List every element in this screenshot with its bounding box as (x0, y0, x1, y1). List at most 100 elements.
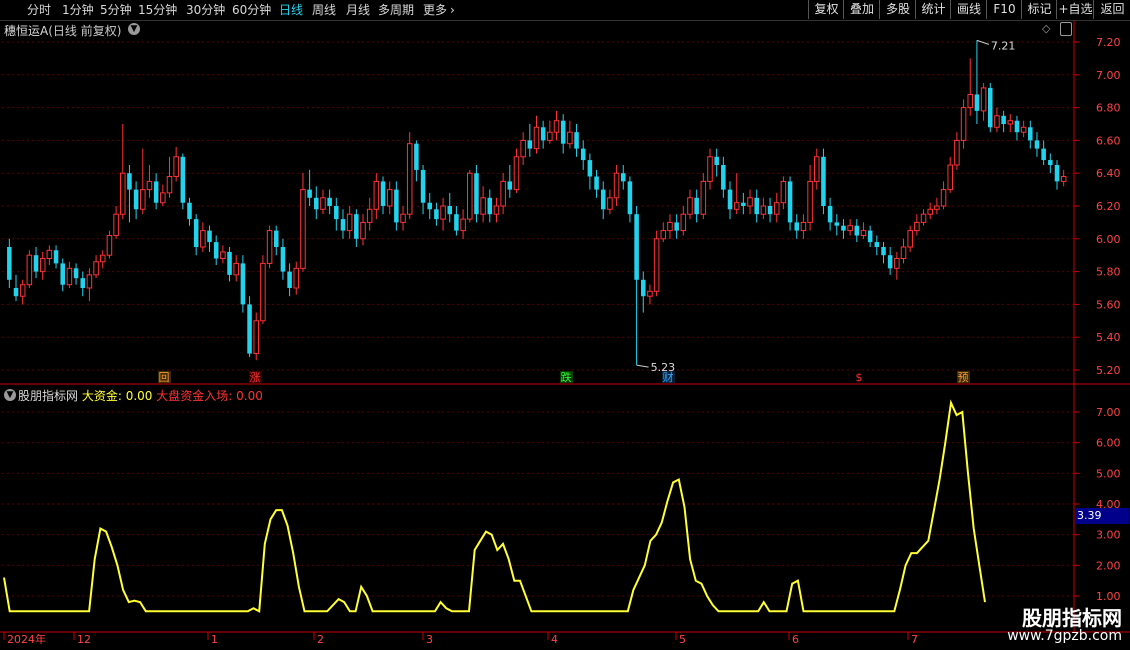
candle-body (854, 225, 860, 236)
candle-body (46, 249, 53, 259)
candle-body (346, 213, 353, 232)
indicator-chevron-down-icon[interactable]: ▼ (4, 389, 16, 401)
candle-body (533, 126, 540, 150)
price-tick-label: 6.80 (1096, 102, 1121, 115)
candle-body (227, 251, 232, 275)
candle-body (700, 180, 707, 215)
candle-body (881, 247, 886, 256)
candle-body (907, 230, 913, 248)
candle-body (420, 169, 426, 203)
candle-body (133, 189, 139, 210)
candle-body (480, 197, 486, 215)
candle-body (173, 156, 179, 177)
event-marker-label: 回 (159, 371, 170, 384)
kline-chart[interactable]: 7.20 7.00 6.80 6.60 6.40 6.20 6.00 5.80 5.60 5.40… (0, 0, 1130, 650)
indicator-field2-label: 大盘资金入场: (156, 389, 233, 403)
candle-body (900, 246, 907, 259)
candle-body (1007, 120, 1014, 125)
candle-body (987, 87, 993, 128)
candle-body (1014, 120, 1020, 133)
candle-body (513, 156, 520, 191)
watermark: 股朋指标网 www.7gpzb.com (988, 602, 1128, 648)
candle-body (440, 205, 446, 220)
candle-body (640, 279, 646, 297)
candle-body (160, 192, 166, 204)
date-tick-label: 4 (551, 633, 558, 646)
candle-body (827, 206, 833, 223)
candle-body (754, 197, 759, 215)
candle-body (280, 247, 286, 272)
candle-body (193, 219, 199, 247)
candle-body (447, 206, 453, 215)
candle-body (434, 209, 439, 220)
candle-body (600, 189, 606, 210)
candle-body (553, 120, 560, 133)
candle-body (773, 202, 780, 215)
candle-body (187, 202, 192, 220)
candle-body (994, 115, 1000, 128)
candle-body (66, 267, 73, 286)
candle-body (493, 205, 500, 215)
candle-body (520, 139, 526, 158)
candle-body (13, 288, 19, 297)
event-marker-label: 预 (958, 371, 969, 384)
candle-body (240, 263, 246, 305)
candle-body (767, 206, 773, 215)
indicator-tick-label: 3.00 (1096, 529, 1121, 542)
watermark-title: 股朋指标网 (1022, 606, 1122, 630)
date-tick-label: 7 (911, 633, 918, 646)
candle-body (460, 218, 466, 232)
price-tick-label: 5.20 (1096, 364, 1121, 377)
candle-body (974, 94, 980, 111)
candle-body (127, 173, 132, 190)
candle-body (60, 263, 65, 285)
candle-body (166, 175, 173, 194)
candle-body (120, 172, 126, 215)
date-tick-label: 6 (792, 633, 799, 646)
date-tick-label: 12 (77, 633, 91, 646)
candle-body (721, 165, 726, 190)
candle-body (647, 290, 653, 297)
indicator-title: 股朋指标网 大资金: 0.00 大盘资金入场: 0.00 (18, 387, 263, 404)
candle-body (587, 160, 593, 177)
candle-body (1048, 160, 1053, 165)
candle-body (266, 230, 273, 264)
candle-body (146, 180, 153, 191)
indicator-tick-label: 6.00 (1096, 437, 1121, 450)
price-tick-label: 7.00 (1096, 69, 1121, 82)
candle-body (594, 176, 599, 190)
candle-body (660, 230, 667, 240)
price-tick-label: 7.20 (1096, 36, 1121, 49)
candle-body (7, 247, 12, 280)
candle-body (273, 230, 279, 247)
candle-body (260, 262, 266, 322)
candle-body (680, 213, 687, 232)
candle-body (140, 189, 146, 210)
candle-body (19, 284, 26, 297)
candle-body (320, 197, 326, 210)
candle-body (934, 205, 940, 210)
price-tick-label: 6.00 (1096, 233, 1121, 246)
candle-body (373, 180, 380, 210)
candle-body (980, 87, 987, 112)
candle-body (400, 213, 406, 223)
candle-body (894, 257, 900, 269)
indicator-field1-value: 0.00 (125, 389, 153, 403)
candle-body (153, 181, 159, 203)
candle-body (733, 202, 740, 210)
candle-body (80, 278, 86, 288)
indicator-field2-value: 0.00 (236, 389, 263, 403)
candle-body (540, 127, 546, 141)
candle-body (314, 197, 319, 210)
candle-body (507, 181, 513, 190)
candle-body (307, 189, 312, 198)
event-marker-label: 涨 (250, 371, 261, 384)
candle-body (887, 255, 893, 269)
candle-body (607, 197, 613, 210)
indicator-tick-label: 7.00 (1096, 406, 1121, 419)
price-tick-label: 5.60 (1096, 298, 1121, 311)
candle-body (960, 107, 967, 141)
candle-body (547, 131, 553, 141)
high-annotation-label: 7.21 (991, 39, 1016, 52)
candle-body (487, 197, 493, 215)
